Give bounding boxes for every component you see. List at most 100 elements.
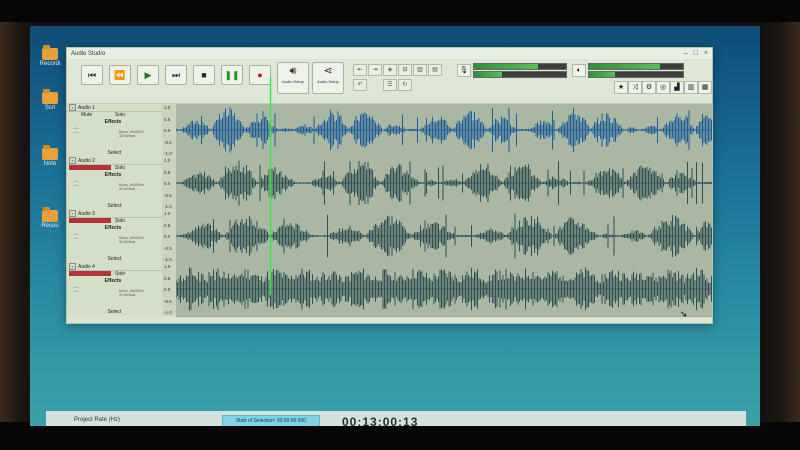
select-button[interactable]: Select — [67, 309, 162, 315]
mute-indicator[interactable] — [69, 218, 111, 223]
silence-icon[interactable]: ▥ — [413, 64, 427, 76]
input-level-meter — [473, 63, 567, 70]
start-of-selection-field[interactable]: Start of Selection: 00:00:00.000 — [222, 415, 320, 426]
mute-indicator[interactable] — [69, 271, 111, 276]
scale-label: 0.0 — [164, 128, 171, 133]
effects-button[interactable]: Effects — [69, 225, 157, 231]
effects-button[interactable]: Effects — [69, 119, 157, 125]
pause-icon: ❚❚ — [224, 69, 240, 80]
solo-button[interactable]: Solo — [115, 218, 125, 224]
loop-icon[interactable]: ↻ — [398, 79, 412, 91]
settings-icon[interactable]: ⚙ — [642, 81, 656, 94]
solo-button[interactable]: Solo — [115, 271, 125, 277]
track-control-panel: × Audio 4 Solo Effects –○– –○– Mono, 44100Hz 32… — [67, 263, 163, 316]
title-bar: Audio Studio – □ × — [67, 48, 712, 59]
track-info: Mono, 44100Hz 32 bit float — [119, 289, 144, 297]
track-name[interactable]: Audio 4 — [78, 264, 95, 270]
project-rate-label: Project Rate (Hz) — [74, 417, 121, 423]
select-button[interactable]: Select — [67, 256, 162, 262]
close-button[interactable]: × — [704, 50, 708, 57]
input-level-meter-2 — [473, 71, 567, 78]
select-button[interactable]: Select — [67, 203, 162, 209]
skip-start-icon: ⏮ — [87, 69, 97, 80]
minimize-button[interactable]: – — [684, 50, 688, 57]
volume-icon[interactable]: 🔈︎ — [572, 64, 586, 77]
scale-label: 1.0 — [164, 158, 171, 163]
solo-button[interactable]: Solo — [115, 112, 125, 118]
close-track-icon[interactable]: × — [69, 263, 76, 270]
desktop-folder-icon[interactable]: Scri — [32, 89, 68, 111]
waveform-display[interactable] — [176, 210, 712, 264]
scale-label: -1.0 — [164, 257, 172, 262]
track-header: × Audio 1 — [67, 104, 162, 112]
share-audio-button[interactable]: ⋖ Audio Setup — [312, 62, 344, 94]
track-header: × Audio 3 — [67, 210, 162, 218]
track-header: × Audio 2 — [67, 157, 162, 165]
track-name[interactable]: Audio 1 — [78, 105, 95, 111]
track-control-panel: × Audio 2 Solo Effects –○– –○– Mono, 44100Hz 32… — [67, 157, 163, 210]
maximize-button[interactable]: □ — [694, 50, 698, 57]
input-level-fill-2 — [474, 72, 502, 77]
gain-pan-sliders[interactable]: –○– –○– — [73, 232, 79, 240]
mute-indicator[interactable] — [69, 165, 111, 170]
desktop-folder-icon[interactable]: Resou — [32, 207, 68, 229]
skip-to-start-button[interactable]: ⏮ — [81, 65, 103, 85]
play-button[interactable]: ▶ — [137, 65, 159, 85]
audio-track: × Audio 4 Solo Effects –○– –○– Mono, 44100Hz 32… — [67, 263, 712, 317]
zoom-in-icon[interactable]: ⇤ — [353, 64, 367, 76]
selection-toolbar: Project Rate (Hz) Start of Selection: 00… — [46, 411, 746, 426]
grid-icon[interactable]: ▦ — [698, 81, 712, 94]
scale-label: 0.5 — [164, 116, 171, 122]
fit-icon[interactable]: ◈ — [383, 64, 397, 76]
folder-icon — [42, 89, 58, 104]
waveform-display[interactable] — [176, 263, 712, 317]
gain-pan-sliders[interactable]: –○– –○– — [73, 285, 79, 293]
signal-icon[interactable]: ▟ — [670, 81, 684, 94]
gain-pan-sliders[interactable]: –○– –○– — [73, 126, 79, 134]
star-icon[interactable]: ★ — [614, 81, 628, 94]
list-icon[interactable]: ☰ — [383, 79, 397, 91]
bars-icon[interactable]: ▥ — [684, 81, 698, 94]
amplitude-scale: 1.0 0.5 0.0 -0.5 -1.0 — [162, 263, 176, 316]
skip-to-end-button[interactable]: ⏭ — [165, 65, 187, 85]
playhead-cursor[interactable] — [270, 77, 271, 295]
record-icon: ● — [257, 70, 263, 80]
stop-button[interactable]: ■ — [193, 65, 215, 85]
mute-button[interactable]: Mute — [81, 112, 92, 118]
audio-setup-button[interactable]: 🔊︎ Audio Setup — [277, 62, 309, 94]
close-track-icon[interactable]: × — [69, 157, 76, 164]
folder-icon — [42, 145, 58, 160]
desktop-folder-icon[interactable]: Recordi — [32, 45, 68, 67]
amplitude-scale: 1.0 0.5 0.0 -0.5 -1.0 — [162, 157, 176, 210]
select-button[interactable]: Select — [67, 150, 162, 156]
zoom-out-icon[interactable]: ⇥ — [368, 64, 382, 76]
desktop-folder-icon[interactable]: Note — [32, 145, 68, 167]
effects-button[interactable]: Effects — [69, 172, 157, 178]
window-title: Audio Studio — [71, 50, 106, 57]
waveform-svg — [176, 107, 712, 153]
pause-button[interactable]: ❚❚ — [221, 65, 243, 85]
undo-icon[interactable]: ↶ — [353, 79, 367, 91]
shuffle-icon[interactable]: ⤨ — [628, 81, 642, 94]
rewind-button[interactable]: ⏪ — [109, 65, 131, 85]
waveform-display[interactable] — [176, 104, 712, 158]
track-name[interactable]: Audio 2 — [78, 158, 95, 164]
trim-icon[interactable]: ⊟ — [398, 64, 412, 76]
effects-button[interactable]: Effects — [69, 278, 157, 284]
amplitude-scale: 1.0 0.5 0.0 -0.5 -1.0 — [162, 104, 176, 157]
gain-pan-sliders[interactable]: –○– –○– — [73, 179, 79, 187]
track-name[interactable]: Audio 3 — [78, 211, 95, 217]
close-track-icon[interactable]: × — [69, 104, 76, 111]
circle-icon[interactable]: ◎ — [656, 81, 670, 94]
skip-end-icon: ⏭ — [171, 69, 181, 80]
folder-icon — [42, 45, 58, 60]
spectrum-icon[interactable]: ▤ — [428, 64, 442, 76]
record-button[interactable]: ● — [249, 65, 271, 85]
play-icon: ▶ — [144, 69, 152, 80]
scale-label: 1.0 — [164, 264, 171, 269]
microphone-icon[interactable]: 🎙︎ — [457, 64, 471, 77]
solo-button[interactable]: Solo — [115, 165, 125, 171]
close-track-icon[interactable]: × — [69, 210, 76, 217]
output-level-fill-2 — [589, 72, 616, 77]
waveform-display[interactable] — [176, 157, 712, 211]
